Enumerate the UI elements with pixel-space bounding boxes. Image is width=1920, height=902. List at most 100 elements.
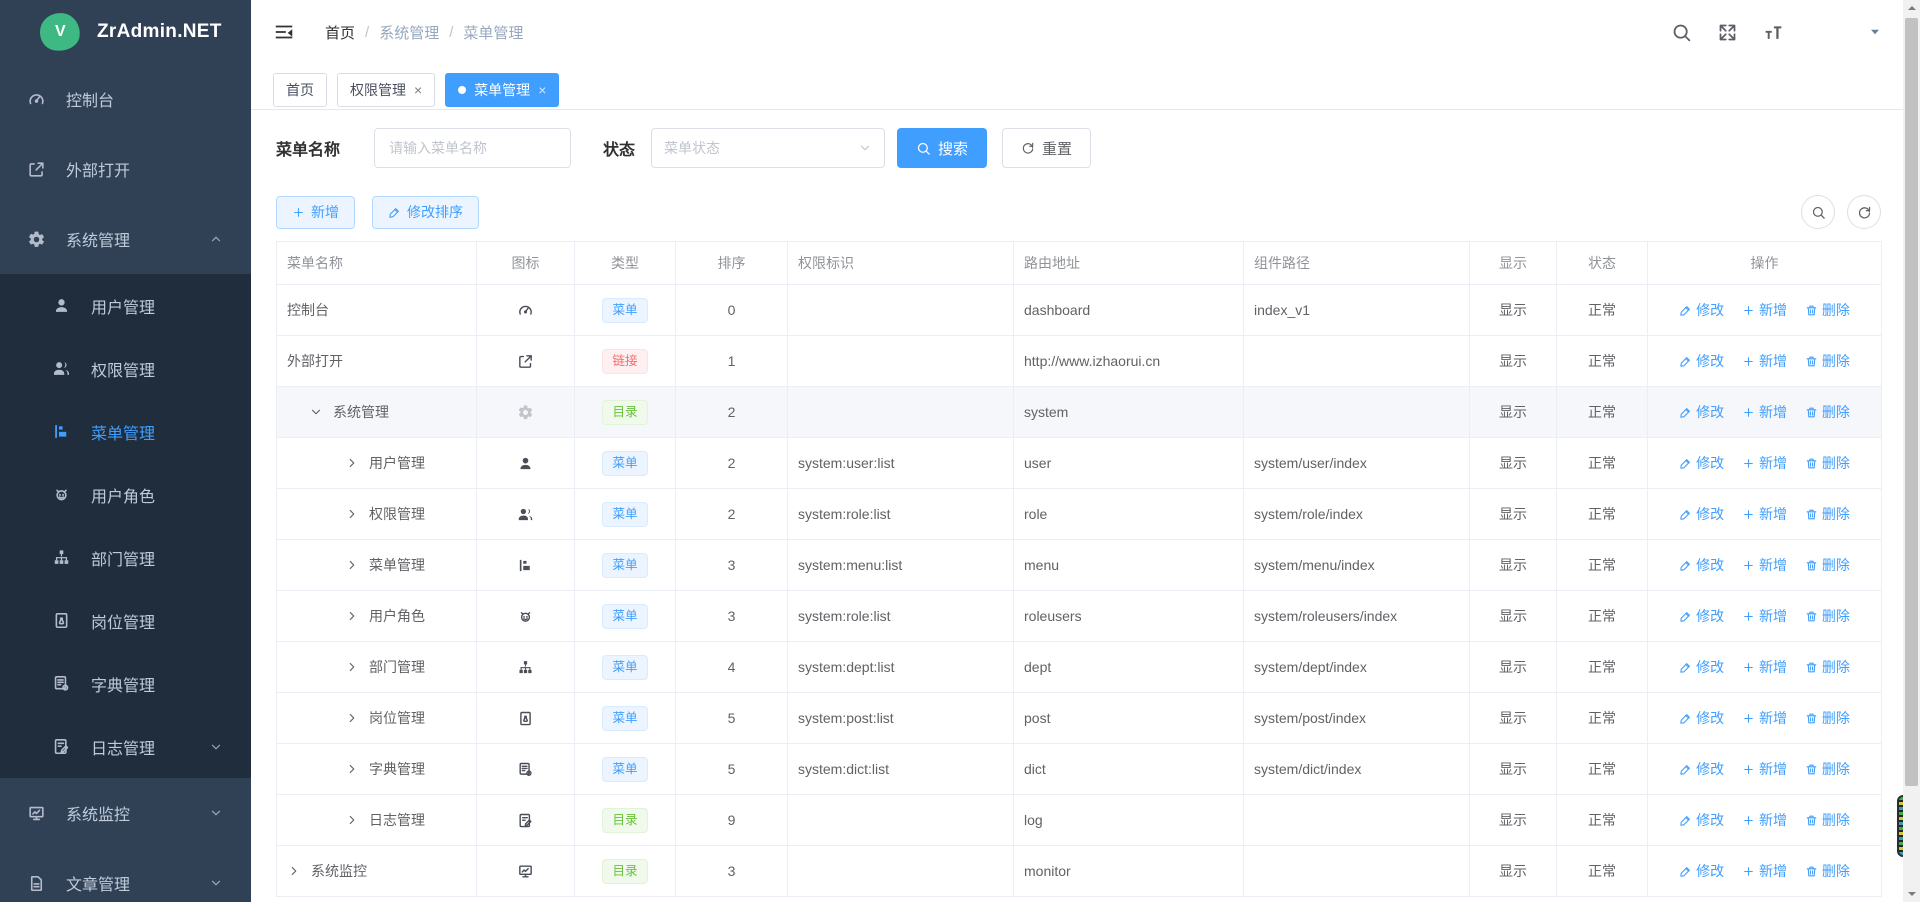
chevron-right-icon[interactable] bbox=[345, 558, 359, 572]
chevron-right-icon[interactable] bbox=[345, 609, 359, 623]
sidebar-item[interactable]: 系统管理 bbox=[0, 204, 251, 274]
table-row: 用户角色 菜单 3 system:role:list roleusers sys… bbox=[277, 591, 1882, 642]
column-header: 组件路径 bbox=[1244, 242, 1470, 285]
row-add-link[interactable]: 新增 bbox=[1742, 810, 1787, 830]
chevron-down-icon[interactable] bbox=[309, 405, 323, 419]
sidebar-item[interactable]: 外部打开 bbox=[0, 134, 251, 204]
row-edit-link[interactable]: 修改 bbox=[1679, 657, 1724, 677]
plus-icon bbox=[1742, 865, 1755, 878]
row-edit-link[interactable]: 修改 bbox=[1679, 606, 1724, 626]
search-button[interactable]: 搜索 bbox=[897, 128, 987, 168]
org-icon bbox=[517, 659, 534, 676]
scroll-down-arrow[interactable] bbox=[1903, 886, 1920, 902]
component-cell: index_v1 bbox=[1244, 285, 1470, 336]
row-delete-link[interactable]: 删除 bbox=[1805, 708, 1850, 728]
sidebar-item[interactable]: 日志管理 bbox=[0, 715, 251, 778]
component-cell: system/menu/index bbox=[1244, 540, 1470, 591]
scroll-up-arrow[interactable] bbox=[1903, 0, 1920, 16]
chevron-right-icon[interactable] bbox=[345, 456, 359, 470]
chevron-right-icon[interactable] bbox=[345, 507, 359, 521]
chevron-right-icon[interactable] bbox=[345, 660, 359, 674]
row-edit-link[interactable]: 修改 bbox=[1679, 351, 1724, 371]
row-add-link[interactable]: 新增 bbox=[1742, 504, 1787, 524]
row-delete-link[interactable]: 删除 bbox=[1805, 402, 1850, 422]
menu-fold-icon[interactable] bbox=[273, 21, 295, 43]
browser-scrollbar[interactable] bbox=[1903, 0, 1920, 902]
row-add-link[interactable]: 新增 bbox=[1742, 453, 1787, 473]
font-size-icon[interactable] bbox=[1763, 22, 1784, 43]
user-avatar[interactable] bbox=[1809, 12, 1850, 53]
view-tab[interactable]: 菜单管理 × bbox=[445, 73, 559, 107]
search-icon[interactable] bbox=[1801, 195, 1835, 229]
view-tab[interactable]: 权限管理 × bbox=[337, 73, 435, 107]
menu-name-input[interactable] bbox=[374, 128, 571, 168]
row-delete-link[interactable]: 删除 bbox=[1805, 810, 1850, 830]
table-toolbar: 新增 修改排序 bbox=[276, 195, 1881, 229]
column-header: 操作 bbox=[1648, 242, 1882, 285]
close-icon[interactable]: × bbox=[414, 83, 422, 97]
row-add-link[interactable]: 新增 bbox=[1742, 300, 1787, 320]
row-delete-link[interactable]: 删除 bbox=[1805, 453, 1850, 473]
chevron-down-icon bbox=[209, 740, 223, 754]
component-cell bbox=[1244, 387, 1470, 438]
row-edit-link[interactable]: 修改 bbox=[1679, 810, 1724, 830]
chevron-right-icon[interactable] bbox=[345, 813, 359, 827]
row-delete-link[interactable]: 删除 bbox=[1805, 555, 1850, 575]
row-edit-link[interactable]: 修改 bbox=[1679, 708, 1724, 728]
row-edit-link[interactable]: 修改 bbox=[1679, 555, 1724, 575]
row-add-link[interactable]: 新增 bbox=[1742, 351, 1787, 371]
row-delete-link[interactable]: 删除 bbox=[1805, 300, 1850, 320]
reset-button[interactable]: 重置 bbox=[1002, 128, 1091, 168]
table-row: 系统监控 目录 3 monitor 显示 正常 修改 新增 删除 bbox=[277, 846, 1882, 897]
sidebar-item[interactable]: 字典管理 bbox=[0, 652, 251, 715]
add-button[interactable]: 新增 bbox=[276, 196, 355, 229]
scrollbar-thumb[interactable] bbox=[1905, 18, 1918, 786]
sidebar-item[interactable]: 文章管理 bbox=[0, 848, 251, 902]
type-tag: 目录 bbox=[602, 400, 647, 425]
sidebar-item[interactable]: 菜单管理 bbox=[0, 400, 251, 463]
close-icon[interactable]: × bbox=[538, 83, 546, 97]
sidebar-item[interactable]: 用户管理 bbox=[0, 274, 251, 337]
status-select[interactable]: 菜单状态 bbox=[651, 128, 885, 168]
caret-down-icon[interactable] bbox=[1869, 26, 1881, 38]
chevron-right-icon[interactable] bbox=[345, 711, 359, 725]
breadcrumb-link[interactable]: 系统管理 bbox=[379, 22, 439, 43]
row-add-link[interactable]: 新增 bbox=[1742, 555, 1787, 575]
table-row: 系统管理 目录 2 system 显示 正常 修改 新增 删除 bbox=[277, 387, 1882, 438]
row-add-link[interactable]: 新增 bbox=[1742, 861, 1787, 881]
row-add-link[interactable]: 新增 bbox=[1742, 606, 1787, 626]
breadcrumb-link[interactable]: 首页 bbox=[325, 22, 355, 43]
sidebar-item[interactable]: 岗位管理 bbox=[0, 589, 251, 652]
row-edit-link[interactable]: 修改 bbox=[1679, 861, 1724, 881]
sidebar-item[interactable]: 控制台 bbox=[0, 64, 251, 134]
row-delete-link[interactable]: 删除 bbox=[1805, 657, 1850, 677]
row-add-link[interactable]: 新增 bbox=[1742, 708, 1787, 728]
chevron-right-icon[interactable] bbox=[287, 864, 301, 878]
row-delete-link[interactable]: 删除 bbox=[1805, 504, 1850, 524]
refresh-icon[interactable] bbox=[1847, 195, 1881, 229]
fullscreen-icon[interactable] bbox=[1717, 22, 1738, 43]
search-icon[interactable] bbox=[1671, 22, 1692, 43]
sidebar-item[interactable]: 用户角色 bbox=[0, 463, 251, 526]
edit-sort-button[interactable]: 修改排序 bbox=[372, 196, 479, 229]
row-edit-link[interactable]: 修改 bbox=[1679, 504, 1724, 524]
row-delete-link[interactable]: 删除 bbox=[1805, 351, 1850, 371]
row-delete-link[interactable]: 删除 bbox=[1805, 759, 1850, 779]
sidebar-item[interactable]: 部门管理 bbox=[0, 526, 251, 589]
chevron-right-icon[interactable] bbox=[345, 762, 359, 776]
sidebar-item[interactable]: 系统监控 bbox=[0, 778, 251, 848]
row-edit-link[interactable]: 修改 bbox=[1679, 402, 1724, 422]
row-add-link[interactable]: 新增 bbox=[1742, 402, 1787, 422]
type-tag: 目录 bbox=[602, 808, 647, 833]
row-delete-link[interactable]: 删除 bbox=[1805, 606, 1850, 626]
row-edit-link[interactable]: 修改 bbox=[1679, 300, 1724, 320]
row-edit-link[interactable]: 修改 bbox=[1679, 453, 1724, 473]
row-delete-link[interactable]: 删除 bbox=[1805, 861, 1850, 881]
breadcrumb-link[interactable]: 菜单管理 bbox=[463, 22, 523, 43]
row-add-link[interactable]: 新增 bbox=[1742, 657, 1787, 677]
row-add-link[interactable]: 新增 bbox=[1742, 759, 1787, 779]
sidebar-item[interactable]: 权限管理 bbox=[0, 337, 251, 400]
view-tab[interactable]: 首页 bbox=[273, 73, 327, 107]
app-logo[interactable]: V ZrAdmin.NET bbox=[0, 0, 251, 64]
row-edit-link[interactable]: 修改 bbox=[1679, 759, 1724, 779]
